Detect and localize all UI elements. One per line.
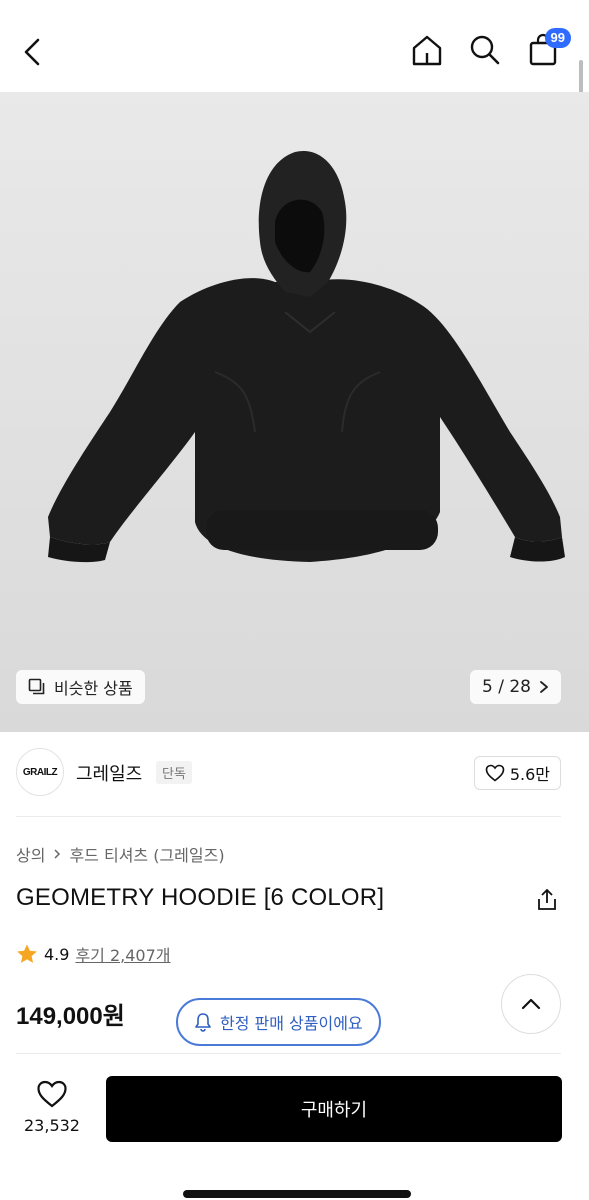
rating-row: 4.9 후기 2,407개 — [16, 942, 171, 966]
brand-row: GRAILZ 그레일즈 단독 5.6만 — [0, 732, 589, 816]
bell-icon — [195, 1013, 211, 1032]
brand-name[interactable]: 그레일즈 — [76, 760, 142, 786]
brand-like-count: 5.6만 — [509, 765, 550, 784]
similar-items-label: 비슷한 상품 — [54, 679, 133, 698]
share-button[interactable] — [533, 886, 561, 914]
wishlist-count: 23,532 — [24, 1116, 80, 1135]
chevron-right-icon — [540, 681, 548, 693]
rating-score: 4.9 — [44, 944, 70, 964]
limited-sale-label: 한정 판매 상품이에요 — [220, 1014, 363, 1033]
product-image — [48, 150, 565, 563]
buy-button[interactable]: 구매하기 — [106, 1076, 562, 1142]
scroll-to-top-button[interactable] — [501, 974, 561, 1034]
wishlist-button[interactable]: 23,532 — [16, 1080, 88, 1135]
back-button[interactable] — [18, 32, 50, 72]
brand-like-button[interactable]: 5.6만 — [473, 756, 561, 790]
search-icon — [470, 35, 500, 65]
breadcrumb-item-top[interactable]: 상의 — [16, 842, 45, 866]
brand-logo[interactable]: GRAILZ — [16, 748, 64, 796]
home-button[interactable] — [409, 30, 445, 70]
chevron-up-icon — [521, 998, 541, 1010]
top-bar: 99 — [0, 0, 589, 138]
similar-items-button[interactable]: 비슷한 상품 — [16, 670, 145, 704]
home-icon — [412, 35, 442, 66]
cart-button[interactable]: 99 — [525, 28, 571, 70]
star-icon — [17, 944, 37, 963]
home-indicator[interactable] — [183, 1190, 411, 1198]
heart-icon — [485, 764, 505, 782]
breadcrumb: 상의 후드 티셔츠 (그레일즈) — [16, 842, 225, 866]
bottom-action-bar: 23,532 구매하기 — [0, 1054, 589, 1200]
chevron-left-icon — [24, 38, 40, 66]
breadcrumb-item-hoodie[interactable]: 후드 티셔츠 (그레일즈) — [69, 842, 224, 866]
exclusive-tag: 단독 — [156, 761, 192, 784]
cart-count-badge: 99 — [544, 28, 571, 48]
product-price: 149,000원 — [16, 1003, 125, 1030]
share-icon — [538, 888, 556, 910]
divider — [16, 816, 561, 817]
heart-icon — [37, 1080, 67, 1108]
page-indicator-text: 5 / 28 — [482, 677, 531, 697]
search-button[interactable] — [467, 30, 503, 70]
product-title: GEOMETRY HOODIE [6 COLOR] — [16, 884, 385, 911]
similar-items-icon — [28, 678, 45, 695]
chevron-right-icon — [54, 849, 61, 859]
image-page-indicator[interactable]: 5 / 28 — [470, 670, 561, 704]
review-count-link[interactable]: 후기 2,407개 — [75, 942, 170, 966]
product-image-gallery[interactable]: 비슷한 상품 5 / 28 — [0, 92, 589, 732]
limited-sale-badge[interactable]: 한정 판매 상품이에요 — [176, 998, 381, 1046]
brand-logo-text: GRAILZ — [22, 766, 58, 778]
